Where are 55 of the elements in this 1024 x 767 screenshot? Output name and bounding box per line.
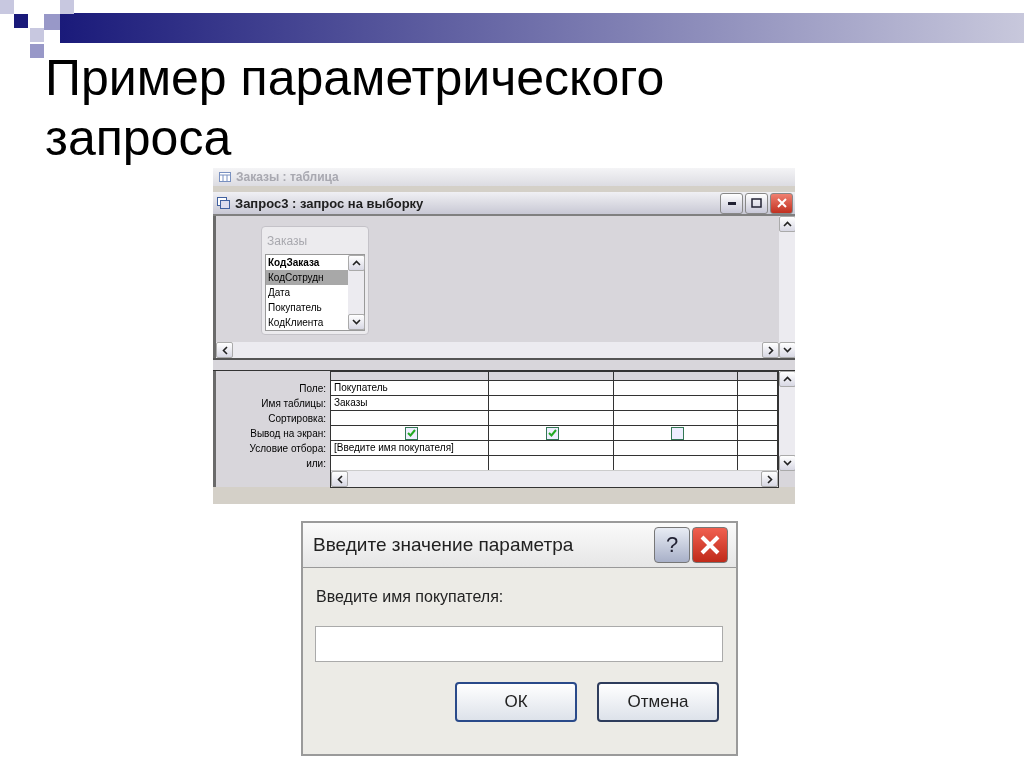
prompt-label: Введите имя покупателя: — [316, 588, 505, 606]
scroll-right-icon — [767, 345, 774, 355]
close-icon — [776, 198, 787, 208]
show-checkbox[interactable] — [670, 426, 684, 440]
row-label: или: — [305, 457, 327, 471]
scroll-down-icon — [782, 460, 792, 466]
field-list-item[interactable]: КодКлиента — [266, 315, 348, 330]
horizontal-scrollbar[interactable] — [216, 342, 779, 358]
query-icon — [217, 197, 230, 209]
show-checkbox[interactable] — [404, 426, 418, 440]
scroll-left-icon — [221, 345, 228, 355]
window-title: Заказы : таблица — [236, 170, 339, 184]
row-label: Сортировка: — [267, 412, 327, 426]
dialog-title: Введите значение параметра — [313, 534, 574, 556]
field-list-item[interactable]: КодСотрудн — [266, 270, 348, 285]
close-button[interactable] — [692, 527, 728, 563]
scroll-up-icon — [351, 260, 361, 266]
field-list-item[interactable]: Дата — [266, 285, 348, 300]
scroll-up-icon — [782, 376, 792, 382]
scroll-up-icon — [782, 221, 792, 227]
scroll-down-icon — [351, 319, 361, 325]
ok-button[interactable]: ОК — [455, 682, 577, 722]
maximize-icon — [751, 198, 762, 208]
check-icon — [406, 429, 416, 437]
cancel-button[interactable]: Отмена — [597, 682, 719, 722]
scroll-down-icon — [782, 347, 792, 353]
field-list-item[interactable]: КодЗаказа — [266, 255, 348, 270]
table-name: Заказы — [266, 233, 309, 250]
check-icon — [548, 429, 557, 437]
grid-cell-text: [Введите имя покупателя] — [334, 441, 454, 455]
horizontal-scrollbar[interactable] — [331, 471, 778, 487]
show-checkbox[interactable] — [546, 426, 559, 440]
grid-cell-text: Заказы — [334, 396, 368, 410]
minimize-button[interactable] — [720, 192, 743, 214]
grid-cell-text: Покупатель — [334, 381, 388, 395]
help-button[interactable]: ? — [654, 527, 690, 563]
minimize-icon — [727, 201, 736, 205]
vertical-scrollbar[interactable] — [348, 255, 364, 330]
window-title: Запрос3 : запрос на выборку — [235, 195, 424, 211]
row-label: Имя таблицы: — [260, 397, 327, 411]
row-label: Условие отбора: — [248, 442, 327, 456]
vertical-scrollbar[interactable] — [779, 216, 795, 358]
pane-splitter[interactable] — [213, 358, 795, 371]
field-list-item[interactable]: Покупатель — [266, 300, 348, 315]
scroll-left-icon — [336, 474, 343, 484]
maximize-button[interactable] — [745, 192, 768, 214]
close-button[interactable] — [770, 192, 793, 214]
vertical-scrollbar[interactable] — [779, 371, 795, 471]
scroll-right-icon — [766, 474, 773, 484]
table-icon — [219, 172, 231, 182]
parameter-input[interactable] — [315, 626, 723, 662]
row-label: Вывод на экран: — [249, 427, 327, 441]
row-label: Поле: — [298, 382, 327, 396]
close-icon — [700, 535, 720, 555]
slide-title: Пример параметрического запроса — [45, 49, 666, 168]
